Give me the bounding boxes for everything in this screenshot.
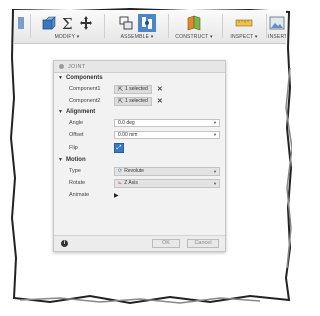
offset-label: Offset (69, 132, 84, 138)
angle-value: 0.0 deg (118, 120, 135, 126)
chevron-down-icon[interactable]: ▼ (213, 120, 217, 126)
plane-icon[interactable] (185, 15, 203, 31)
component2-label: Component2 (69, 98, 101, 104)
type-row: Type ⟳ Revolute ▼ (54, 165, 225, 177)
toolbar-label-assemble: ASSEMBLE ▾ (120, 34, 154, 40)
type-value: Revolute (124, 167, 144, 174)
ribbon-toolbar: Σ MODIFY ▾ ASSEMBLE ▾ CONSTRUCT ▾ INSPEC… (14, 10, 286, 44)
revolute-icon: ⟳ (118, 167, 123, 174)
sum-icon[interactable]: Σ (61, 15, 75, 31)
type-label: Type (69, 168, 81, 174)
cursor-icon: ⇱ (118, 98, 124, 105)
component2-row: Component2 ⇱ 1 selected ✕ (54, 95, 225, 107)
component2-clear-icon[interactable]: ✕ (157, 97, 163, 105)
cursor-icon: ⇱ (118, 86, 124, 93)
rotate-value: Z Axis (124, 179, 138, 186)
flip-row: Flip ⤢ (54, 141, 225, 155)
offset-value: 0.00 mm (118, 132, 138, 138)
new-component-icon[interactable] (118, 15, 134, 31)
angle-input[interactable]: 0.0 deg ▼ (114, 119, 220, 127)
chevron-down-icon[interactable]: ▼ (213, 132, 217, 138)
section-components[interactable]: ▼ Components (54, 73, 225, 83)
rotate-row: Rotate ⊾ Z Axis ▼ (54, 177, 225, 189)
offset-row: Offset 0.00 mm ▼ (54, 129, 225, 141)
toolbar-group-inspect[interactable]: INSPECT ▾ (224, 12, 264, 44)
component1-row: Component1 ⇱ 1 selected ✕ (54, 83, 225, 95)
animate-label: Animate (69, 192, 90, 198)
joint-icon[interactable] (138, 14, 156, 32)
play-icon[interactable]: ▶ (114, 192, 119, 199)
axis-icon: ⊾ (118, 179, 123, 186)
toolbar-group-construct[interactable]: CONSTRUCT ▾ (170, 12, 218, 44)
animate-row: Animate ▶ (54, 189, 225, 201)
move-icon[interactable] (79, 15, 93, 31)
toolbar-group-insert[interactable]: INSERT (268, 12, 286, 44)
component2-selector[interactable]: ⇱ 1 selected (114, 96, 152, 106)
push-pull-icon[interactable] (41, 15, 57, 31)
ok-button[interactable]: OK (152, 239, 180, 248)
section-alignment[interactable]: ▼ Alignment (54, 107, 225, 117)
angle-label: Angle (69, 120, 84, 126)
toolbar-edge-icon (18, 17, 24, 29)
caret-down-icon: ▼ (58, 157, 63, 163)
insert-image-icon[interactable] (269, 16, 285, 30)
dialog-footer: i OK Cancel (54, 235, 225, 251)
section-components-heading: Components (65, 75, 103, 81)
rotate-label: Rotate (69, 180, 86, 186)
component1-label: Component1 (69, 86, 101, 92)
section-motion-heading: Motion (65, 157, 86, 163)
flip-label: Flip (69, 145, 78, 151)
component1-selector[interactable]: ⇱ 1 selected (114, 84, 152, 94)
info-icon[interactable]: i (61, 240, 68, 247)
svg-text:Σ: Σ (62, 15, 73, 31)
cancel-button[interactable]: Cancel (187, 239, 219, 248)
joint-dialog: JOINT ▼ Components Component1 ⇱ 1 select… (53, 60, 226, 252)
type-select[interactable]: ⟳ Revolute ▼ (114, 166, 220, 176)
dialog-title: JOINT (68, 63, 86, 70)
angle-row: Angle 0.0 deg ▼ (54, 117, 225, 129)
caret-down-icon: ▼ (58, 75, 63, 81)
flip-button[interactable]: ⤢ (114, 143, 124, 153)
dialog-status-icon (59, 64, 64, 69)
chevron-down-icon[interactable]: ▼ (213, 168, 217, 175)
toolbar-group-assemble[interactable]: ASSEMBLE ▾ (110, 12, 164, 44)
measure-icon[interactable] (235, 16, 253, 30)
section-alignment-heading: Alignment (65, 109, 96, 115)
toolbar-label-insert: INSERT (268, 34, 286, 40)
caret-down-icon: ▼ (58, 109, 63, 115)
toolbar-label-modify: MODIFY ▾ (54, 34, 80, 40)
section-motion[interactable]: ▼ Motion (54, 155, 225, 165)
toolbar-overflow[interactable] (14, 12, 28, 44)
toolbar-label-inspect: INSPECT ▾ (230, 34, 258, 40)
flip-arrows-icon: ⤢ (116, 144, 122, 151)
toolbar-label-construct: CONSTRUCT ▾ (175, 34, 213, 40)
rotate-select[interactable]: ⊾ Z Axis ▼ (114, 178, 220, 188)
chevron-down-icon[interactable]: ▼ (213, 180, 217, 187)
component1-value: 1 selected (125, 86, 148, 92)
offset-input[interactable]: 0.00 mm ▼ (114, 131, 220, 139)
component2-value: 1 selected (125, 98, 148, 104)
dialog-title-bar[interactable]: JOINT (54, 61, 225, 73)
toolbar-group-modify[interactable]: Σ MODIFY ▾ (34, 12, 100, 44)
component1-clear-icon[interactable]: ✕ (157, 85, 163, 93)
